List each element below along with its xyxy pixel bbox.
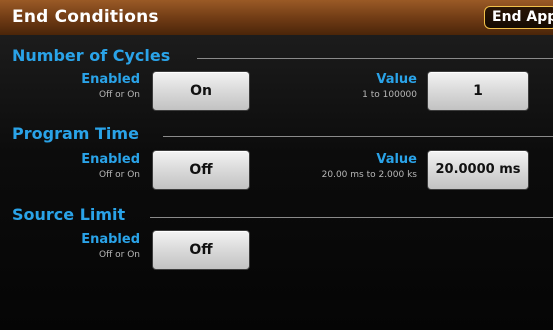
program-time-enabled-label: Enabled <box>81 152 140 167</box>
cycles-value-button[interactable]: 1 <box>427 71 529 111</box>
program-time-enabled-hint: Off or On <box>98 170 140 180</box>
source-limit-enabled-button[interactable]: Off <box>152 230 250 270</box>
section-divider <box>163 136 553 137</box>
end-conditions-panel: Number of Cycles Enabled Off or On On Va… <box>0 35 553 330</box>
cycles-enabled-label: Enabled <box>81 72 140 87</box>
cycles-value-label: Value <box>376 72 417 87</box>
program-time-value-button[interactable]: 20.0000 ms <box>427 150 529 190</box>
page-title: End Conditions <box>12 7 159 27</box>
cycles-value-hint: 1 to 100000 <box>362 90 417 100</box>
cycles-enabled-button[interactable]: On <box>152 71 250 111</box>
end-app-button[interactable]: End App <box>484 6 553 29</box>
cycles-enabled-hint: Off or On <box>98 90 140 100</box>
source-limit-enabled-hint: Off or On <box>98 250 140 260</box>
section-divider <box>197 58 553 59</box>
section-title-source-limit: Source Limit <box>12 205 126 224</box>
source-limit-enabled-label: Enabled <box>81 232 140 247</box>
program-time-value-hint: 20.00 ms to 2.000 ks <box>321 170 417 180</box>
section-title-number-of-cycles: Number of Cycles <box>12 46 171 65</box>
program-time-value-label: Value <box>376 152 417 167</box>
section-title-program-time: Program Time <box>12 124 139 143</box>
section-divider <box>150 217 553 218</box>
program-time-enabled-button[interactable]: Off <box>152 150 250 190</box>
title-bar: End Conditions End App <box>0 0 553 35</box>
